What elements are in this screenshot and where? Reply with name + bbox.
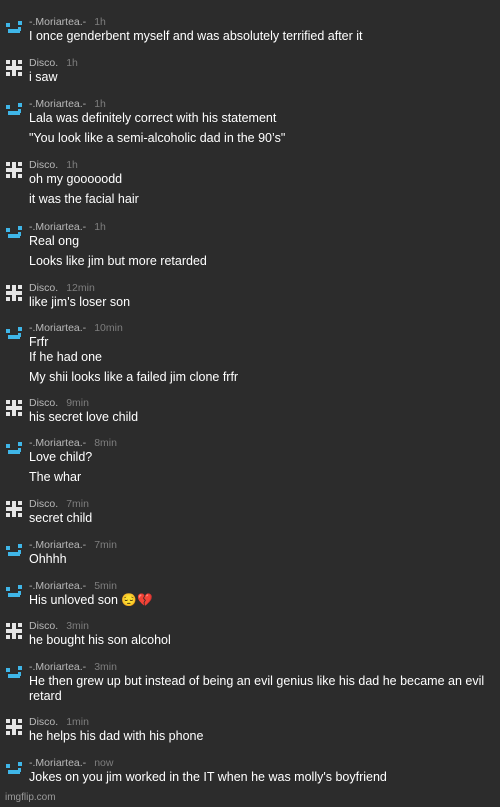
username[interactable]: -.Moriartea.-	[29, 661, 86, 673]
disco-avatar-icon[interactable]	[5, 718, 23, 736]
message-header: Disco. 1h	[29, 159, 78, 171]
username[interactable]: Disco.	[29, 397, 58, 409]
timestamp: 1h	[66, 159, 78, 171]
moriartea-avatar-icon[interactable]	[5, 324, 23, 342]
timestamp: 3min	[66, 620, 89, 632]
message-header: Disco. 3min	[29, 620, 89, 632]
timestamp: 5min	[94, 580, 117, 592]
moriartea-avatar-icon[interactable]	[5, 759, 23, 777]
disco-avatar-icon[interactable]	[5, 622, 23, 640]
timestamp: 3min	[94, 661, 117, 673]
message-header: -.Moriartea.- 8min	[29, 437, 117, 449]
timestamp: 8min	[94, 437, 117, 449]
moriartea-avatar-icon[interactable]	[5, 223, 23, 241]
timestamp: 1min	[66, 716, 89, 728]
message-text: it was the facial hair	[29, 192, 139, 206]
message-text: he helps his dad with his phone	[29, 729, 204, 743]
message-text: he bought his son alcohol	[29, 633, 171, 647]
message-text: i saw	[29, 70, 58, 84]
moriartea-avatar-icon[interactable]	[5, 663, 23, 681]
timestamp: now	[94, 757, 114, 769]
disco-avatar-icon[interactable]	[5, 500, 23, 518]
message-text: Looks like jim but more retarded	[29, 254, 207, 268]
message-header: -.Moriartea.- 10min	[29, 322, 123, 334]
timestamp: 1h	[94, 98, 106, 110]
message-header: -.Moriartea.- 7min	[29, 539, 117, 551]
message-header: -.Moriartea.- 1h	[29, 221, 106, 233]
moriartea-avatar-icon[interactable]	[5, 18, 23, 36]
username[interactable]: -.Moriartea.-	[29, 580, 86, 592]
username[interactable]: Disco.	[29, 716, 58, 728]
timestamp: 10min	[94, 322, 123, 334]
timestamp: 9min	[66, 397, 89, 409]
message-text: oh my gooooodd	[29, 172, 123, 186]
message-header: -.Moriartea.- 1h	[29, 16, 106, 28]
username[interactable]: -.Moriartea.-	[29, 437, 86, 449]
message-header: -.Moriartea.- 1h	[29, 98, 106, 110]
username[interactable]: Disco.	[29, 57, 58, 69]
message-header: Disco. 12min	[29, 282, 95, 294]
username[interactable]: Disco.	[29, 282, 58, 294]
timestamp: 1h	[94, 16, 106, 28]
message-text: secret child	[29, 511, 93, 525]
message-text: I once genderbent myself and was absolut…	[29, 29, 363, 43]
disco-avatar-icon[interactable]	[5, 59, 23, 77]
message-text: Frfr	[29, 335, 49, 349]
username[interactable]: Disco.	[29, 159, 58, 171]
message-text: His unloved son 😔💔	[29, 593, 153, 607]
moriartea-avatar-icon[interactable]	[5, 541, 23, 559]
message-header: -.Moriartea.- 3min	[29, 661, 117, 673]
timestamp: 1h	[66, 57, 78, 69]
message-text: Real ong	[29, 234, 80, 248]
message-text: like jim's loser son	[29, 295, 131, 309]
moriartea-avatar-icon[interactable]	[5, 100, 23, 118]
message-header: -.Moriartea.- 5min	[29, 580, 117, 592]
message-text: "You look like a semi-alcoholic dad in t…	[29, 131, 286, 145]
message-text: He then grew up but instead of being an …	[29, 674, 485, 703]
timestamp: 12min	[66, 282, 95, 294]
message-header: -.Moriartea.- now	[29, 757, 113, 769]
username[interactable]: -.Moriartea.-	[29, 539, 86, 551]
timestamp: 1h	[94, 221, 106, 233]
message-text: Lala was definitely correct with his sta…	[29, 111, 277, 125]
message-header: Disco. 7min	[29, 498, 89, 510]
username[interactable]: -.Moriartea.-	[29, 221, 86, 233]
disco-avatar-icon[interactable]	[5, 399, 23, 417]
message-text: Love child?	[29, 450, 93, 464]
message-text: The whar	[29, 470, 82, 484]
message-header: Disco. 1h	[29, 57, 78, 69]
message-header: Disco. 1min	[29, 716, 89, 728]
username[interactable]: Disco.	[29, 498, 58, 510]
username[interactable]: Disco.	[29, 620, 58, 632]
message-text: his secret love child	[29, 410, 139, 424]
watermark: imgflip.com	[5, 792, 56, 803]
username[interactable]: -.Moriartea.-	[29, 322, 86, 334]
disco-avatar-icon[interactable]	[5, 284, 23, 302]
timestamp: 7min	[66, 498, 89, 510]
username[interactable]: -.Moriartea.-	[29, 757, 86, 769]
timestamp: 7min	[94, 539, 117, 551]
moriartea-avatar-icon[interactable]	[5, 582, 23, 600]
username[interactable]: -.Moriartea.-	[29, 16, 86, 28]
username[interactable]: -.Moriartea.-	[29, 98, 86, 110]
message-text: Ohhhh	[29, 552, 67, 566]
message-text: If he had one	[29, 350, 102, 364]
message-text: Jokes on you jim worked in the IT when h…	[29, 770, 387, 784]
message-text: My shii looks like a failed jim clone fr…	[29, 370, 239, 384]
disco-avatar-icon[interactable]	[5, 161, 23, 179]
message-header: Disco. 9min	[29, 397, 89, 409]
moriartea-avatar-icon[interactable]	[5, 439, 23, 457]
